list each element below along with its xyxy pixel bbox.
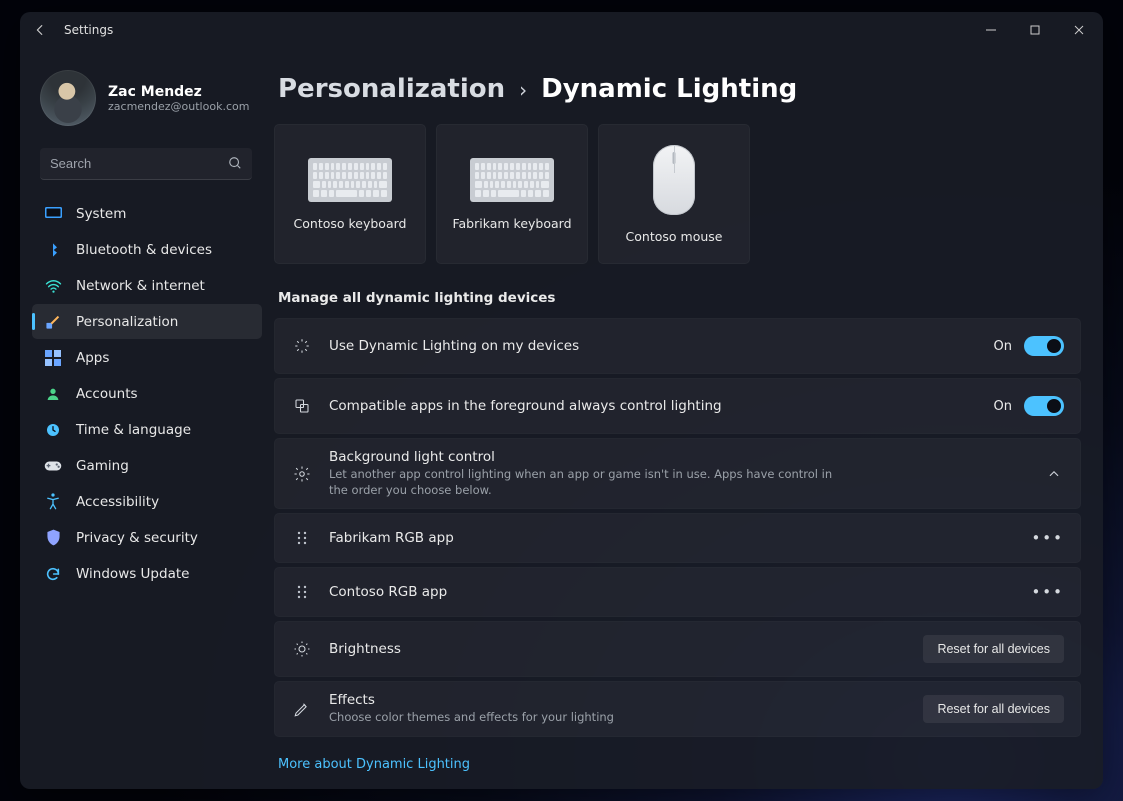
clock-icon: [44, 421, 62, 439]
device-label: Fabrikam keyboard: [452, 216, 571, 231]
sidebar-item-time-language[interactable]: Time & language: [32, 412, 262, 447]
row-title: Fabrikam RGB app: [329, 530, 1015, 546]
more-icon[interactable]: •••: [1031, 583, 1064, 601]
search-icon: [228, 156, 242, 170]
device-card-contoso-keyboard[interactable]: Contoso keyboard: [274, 124, 426, 264]
apps-foreground-icon: [291, 397, 313, 415]
sidebar-item-personalization[interactable]: Personalization: [32, 304, 262, 339]
keyboard-icon: [308, 158, 392, 202]
app-title: Settings: [64, 23, 113, 37]
sidebar-item-privacy-security[interactable]: Privacy & security: [32, 520, 262, 555]
maximize-button[interactable]: [1013, 14, 1057, 46]
search-input[interactable]: [40, 148, 252, 180]
brightness-icon: [291, 640, 313, 658]
mouse-icon: [653, 145, 695, 215]
reset-brightness-button[interactable]: Reset for all devices: [923, 635, 1064, 663]
close-button[interactable]: [1057, 14, 1101, 46]
row-app-contoso[interactable]: Contoso RGB app •••: [274, 567, 1081, 617]
sidebar-item-label: Privacy & security: [76, 530, 198, 546]
sparkle-icon: [291, 337, 313, 355]
device-card-contoso-mouse[interactable]: Contoso mouse: [598, 124, 750, 264]
sidebar-item-label: Apps: [76, 350, 109, 366]
back-button[interactable]: [30, 20, 50, 40]
nav-list: System Bluetooth & devices Network & inter…: [32, 196, 262, 591]
accessibility-icon: [44, 493, 62, 511]
avatar: [40, 70, 96, 126]
update-icon: [44, 565, 62, 583]
sidebar-item-accounts[interactable]: Accounts: [32, 376, 262, 411]
toggle-compat[interactable]: [1024, 396, 1064, 416]
row-compatible-apps[interactable]: Compatible apps in the foreground always…: [274, 378, 1081, 434]
row-title: Contoso RGB app: [329, 584, 1015, 600]
gear-icon: [291, 465, 313, 483]
more-about-link[interactable]: More about Dynamic Lighting: [278, 757, 470, 772]
shield-icon: [44, 529, 62, 547]
breadcrumb: Personalization › Dynamic Lighting: [278, 74, 1093, 104]
person-icon: [44, 385, 62, 403]
pen-icon: [291, 700, 313, 718]
drag-handle-icon[interactable]: [291, 585, 313, 599]
reset-effects-button[interactable]: Reset for all devices: [923, 695, 1064, 723]
row-title: Background light control: [329, 449, 1028, 465]
drag-handle-icon[interactable]: [291, 531, 313, 545]
settings-list: Use Dynamic Lighting on my devices On Co…: [274, 318, 1093, 737]
sidebar-item-windows-update[interactable]: Windows Update: [32, 556, 262, 591]
sidebar-item-bluetooth-devices[interactable]: Bluetooth & devices: [32, 232, 262, 267]
row-effects[interactable]: Effects Choose color themes and effects …: [274, 681, 1081, 737]
user-email: zacmendez@outlook.com: [108, 100, 249, 113]
sidebar-item-label: Accounts: [76, 386, 138, 402]
sidebar: Zac Mendez zacmendez@outlook.com System B…: [20, 48, 268, 789]
sidebar-item-label: Bluetooth & devices: [76, 242, 212, 258]
paintbrush-icon: [44, 313, 62, 331]
gamepad-icon: [44, 457, 62, 475]
sidebar-item-label: System: [76, 206, 126, 222]
row-background-light-control[interactable]: Background light control Let another app…: [274, 438, 1081, 509]
wifi-icon: [44, 277, 62, 295]
row-title: Compatible apps in the foreground always…: [329, 398, 978, 414]
settings-window: Settings Zac Mendez zacmendez@outlook.co…: [20, 12, 1103, 789]
sidebar-item-label: Time & language: [76, 422, 191, 438]
device-label: Contoso keyboard: [294, 216, 407, 231]
sidebar-item-label: Gaming: [76, 458, 129, 474]
sidebar-item-gaming[interactable]: Gaming: [32, 448, 262, 483]
breadcrumb-parent[interactable]: Personalization: [278, 74, 505, 104]
row-title: Use Dynamic Lighting on my devices: [329, 338, 978, 354]
chevron-right-icon: ›: [519, 78, 527, 102]
section-title: Manage all dynamic lighting devices: [278, 290, 1093, 306]
sidebar-item-system[interactable]: System: [32, 196, 262, 231]
row-title: Brightness: [329, 641, 907, 657]
user-name: Zac Mendez: [108, 84, 249, 100]
minimize-button[interactable]: [969, 14, 1013, 46]
toggle-state: On: [994, 399, 1012, 414]
row-title: Effects: [329, 692, 907, 708]
sidebar-item-label: Windows Update: [76, 566, 189, 582]
row-app-fabrikam[interactable]: Fabrikam RGB app •••: [274, 513, 1081, 563]
sidebar-item-apps[interactable]: Apps: [32, 340, 262, 375]
sidebar-item-accessibility[interactable]: Accessibility: [32, 484, 262, 519]
toggle-state: On: [994, 339, 1012, 354]
row-use-dynamic-lighting[interactable]: Use Dynamic Lighting on my devices On: [274, 318, 1081, 374]
sidebar-item-label: Accessibility: [76, 494, 159, 510]
breadcrumb-current: Dynamic Lighting: [541, 74, 797, 104]
bluetooth-icon: [44, 241, 62, 259]
chevron-up-icon[interactable]: [1044, 468, 1064, 480]
row-desc: Let another app control lighting when an…: [329, 467, 849, 498]
keyboard-icon: [470, 158, 554, 202]
display-icon: [44, 205, 62, 223]
device-card-fabrikam-keyboard[interactable]: Fabrikam keyboard: [436, 124, 588, 264]
row-desc: Choose color themes and effects for your…: [329, 710, 849, 726]
main-content: Personalization › Dynamic Lighting Conto…: [268, 48, 1103, 789]
sidebar-item-label: Network & internet: [76, 278, 205, 294]
more-icon[interactable]: •••: [1031, 529, 1064, 547]
apps-icon: [44, 349, 62, 367]
titlebar: Settings: [20, 12, 1103, 48]
device-label: Contoso mouse: [626, 229, 723, 244]
sidebar-item-network-internet[interactable]: Network & internet: [32, 268, 262, 303]
toggle-use-dl[interactable]: [1024, 336, 1064, 356]
device-cards: Contoso keyboard Fabrikam keyboard Contoso…: [274, 124, 1093, 264]
row-brightness[interactable]: Brightness Reset for all devices: [274, 621, 1081, 677]
user-profile[interactable]: Zac Mendez zacmendez@outlook.com: [32, 56, 262, 142]
sidebar-item-label: Personalization: [76, 314, 178, 330]
